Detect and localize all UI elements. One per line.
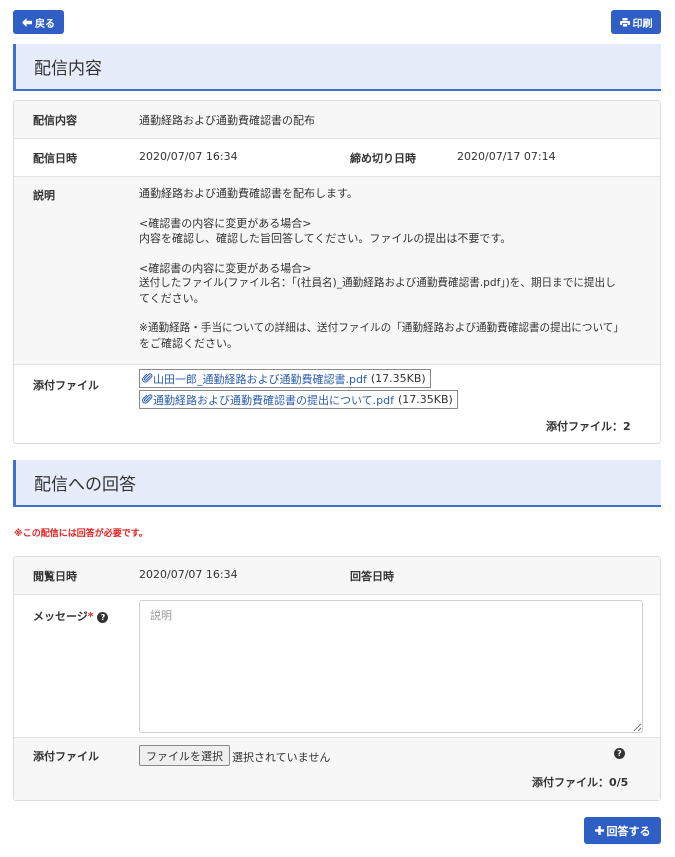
content-label: 配信内容 [33,114,77,127]
attachments-row: 添付ファイル 山田一郎_通勤経路および通勤費確認書.pdf (17.35KB) … [14,365,660,443]
attachment-name: 山田一郎_通勤経路および通勤費確認書.pdf [153,372,367,386]
help-icon[interactable]: ? [614,748,625,759]
description-row: 説明 通勤経路および通勤費確認書を配布します。 <確認書の内容に変更がある場合>… [14,177,660,365]
attachments-label: 添付ファイル [33,379,99,392]
back-button-label: 戻る [35,18,55,30]
description-line: 通勤経路および通勤費確認書を配布します。 [139,187,358,200]
description-line: 内容を確認し、確認した旨回答してください。ファイルの提出は不要です。 [139,232,512,245]
date-row: 配信日時 2020/07/07 16:34 締め切り日時 2020/07/17 … [14,139,660,177]
response-section-header: 配信への回答 [13,460,661,507]
date-value: 2020/07/07 16:34 [139,150,238,163]
date-label: 配信日時 [33,152,77,165]
description-line: 送付したファイル(ファイル名：「(社員名)_通勤経路および通勤費確認書.pdf」… [139,277,616,289]
submit-answer-label: 回答する [606,824,651,838]
help-icon[interactable]: ? [97,611,109,623]
description-line: てください。 [139,292,205,305]
submit-answer-button[interactable]: 回答する [584,817,661,844]
no-file-text: 選択されていません [232,751,331,764]
response-attachment-count: 添付ファイル：0/5 [532,776,629,789]
message-label-group: メッセージ* ? [33,608,109,624]
attachment-size: (17.35KB) [370,372,426,385]
printer-icon [619,17,630,27]
print-button[interactable]: 印刷 [611,10,661,34]
response-section-title: 配信への回答 [34,475,136,495]
distribution-panel: 配信内容 通勤経路および通勤費確認書の配布 配信日時 2020/07/07 16… [13,100,661,444]
back-button[interactable]: 戻る [13,10,64,34]
attachment-size: (17.35KB) [398,393,453,406]
description-line: をご確認ください。 [139,337,238,350]
description-line: ※通勤経路・手当についての詳細は、送付ファイルの「通勤経路および通勤費確認書の提… [139,322,624,334]
print-button-label: 印刷 [632,18,653,30]
content-value: 通勤経路および通勤費確認書の配布 [139,114,315,127]
response-attachments-label: 添付ファイル [33,750,99,763]
required-mark: * [87,610,94,623]
attachment-count: 添付ファイル：2 [546,420,631,433]
viewed-row: 閲覧日時 2020/07/07 16:34 回答日時 [14,557,660,595]
deadline-label: 締め切り日時 [350,152,416,165]
choose-file-button[interactable]: ファイルを選択 [139,745,230,766]
arrow-left-icon [22,17,32,27]
response-panel: 閲覧日時 2020/07/07 16:34 回答日時 メッセージ* ? 添付ファ… [13,556,661,801]
required-note: ※この配信には回答が必要です。 [14,529,148,539]
content-row: 配信内容 通勤経路および通勤費確認書の配布 [14,101,660,139]
message-label: メッセージ [33,610,88,623]
answer-date-label: 回答日時 [350,570,394,583]
description-line: <確認書の内容に変更がある場合> [139,217,312,230]
message-input[interactable] [139,600,643,733]
attachment-link[interactable]: 通勤経路および通勤費確認書の提出について.pdf (17.35KB) [139,390,458,409]
distribution-section-header: 配信内容 [13,44,661,91]
response-attachments-row: 添付ファイル ? 添付ファイル：0/5 [14,738,660,800]
plus-icon [594,826,604,835]
distribution-section-title: 配信内容 [34,59,102,79]
attachment-link[interactable]: 山田一郎_通勤経路および通勤費確認書.pdf (17.35KB) [139,369,431,388]
viewed-label: 閲覧日時 [33,570,77,583]
deadline-value: 2020/07/17 07:14 [457,150,556,163]
description-line: <確認書の内容に変更がある場合> [139,262,312,275]
paperclip-icon [142,373,153,383]
paperclip-icon [142,394,153,404]
attachment-name: 通勤経路および通勤費確認書の提出について.pdf [153,393,395,407]
description-label: 説明 [33,189,55,202]
viewed-value: 2020/07/07 16:34 [139,568,238,581]
